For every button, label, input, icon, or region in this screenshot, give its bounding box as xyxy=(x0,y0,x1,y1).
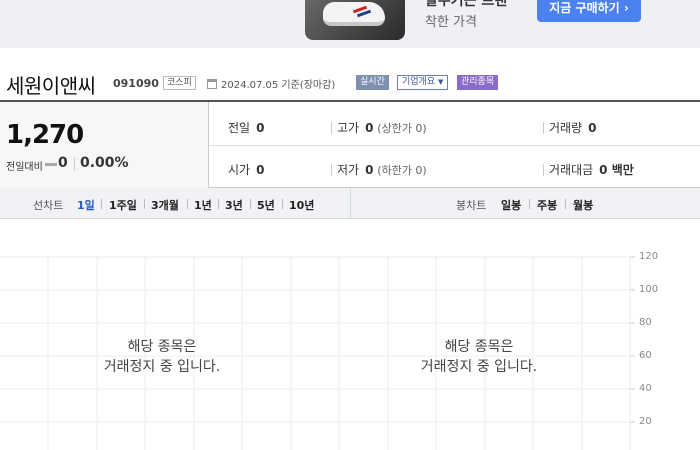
tab-1y[interactable]: 1년 xyxy=(194,197,212,213)
change-percent: 0.00% xyxy=(80,155,129,171)
tab-separator xyxy=(250,199,251,209)
ad-banner[interactable]: 탈수기는 브랜 착한 가격 지금 구매하기 › xyxy=(0,0,700,48)
prev-close-value: 0 xyxy=(256,121,265,135)
chart-grid xyxy=(0,256,635,450)
tab-3y[interactable]: 3년 xyxy=(225,197,243,213)
volume-cell: 거래량 0 xyxy=(549,119,596,136)
change-value: 0 xyxy=(58,155,68,171)
tab-5y[interactable]: 5년 xyxy=(257,197,275,213)
high-value: 0 xyxy=(365,121,374,135)
cell-separator xyxy=(331,122,332,134)
chevron-down-icon: ▼ xyxy=(438,78,444,86)
ad-headline: 탈수기는 브랜 xyxy=(425,0,508,9)
tab-group-divider xyxy=(350,188,351,219)
open-cell: 시가 0 xyxy=(228,161,264,178)
halt-line-1: 해당 종목은 xyxy=(444,339,514,355)
prev-close-cell: 전일 0 xyxy=(228,119,264,136)
high-cell: 고가 0 (상한가 0) xyxy=(337,119,427,136)
prev-close-label: 전일 xyxy=(228,121,251,135)
ad-buy-button[interactable]: 지금 구매하기 › xyxy=(537,0,641,22)
upper-limit: (상한가 0) xyxy=(377,122,427,135)
quote-date: 2024.07.05 기준(장마감) xyxy=(221,80,336,91)
open-label: 시가 xyxy=(228,163,251,177)
tab-3m[interactable]: 3개월 xyxy=(151,197,179,213)
high-label: 고가 xyxy=(337,121,360,135)
current-price-box: 1,270 전일대비 0 0.00% xyxy=(0,102,209,188)
company-info-dropdown[interactable]: 기업개요 ▼ xyxy=(397,75,449,90)
tab-separator xyxy=(529,199,530,209)
stock-code: 091090 xyxy=(113,77,159,90)
management-stock-tag[interactable]: 관리종목 xyxy=(457,75,499,90)
price-summary: 1,270 전일대비 0 0.00% 전일 0 고가 0 (상한가 0) 거래량 0 … xyxy=(0,100,700,188)
tab-separator xyxy=(282,199,283,209)
tab-monthly-candle[interactable]: 월봉 xyxy=(573,197,593,213)
tab-10y[interactable]: 10년 xyxy=(289,197,314,213)
low-label: 저가 xyxy=(337,163,360,177)
tab-daily-candle[interactable]: 일봉 xyxy=(501,197,521,213)
cell-separator xyxy=(331,164,332,176)
trade-amount-cell: 거래대금 0 백만 xyxy=(549,161,634,178)
halt-line-2: 거래정지 중 입니다. xyxy=(420,359,538,375)
tab-separator xyxy=(565,199,566,209)
y-axis-label: 80 xyxy=(639,317,652,328)
tab-separator xyxy=(101,199,102,209)
line-chart-label: 선차트 xyxy=(33,199,64,212)
low-value: 0 xyxy=(365,163,374,177)
volume-value: 0 xyxy=(588,121,597,135)
ad-subtext: 착한 가격 xyxy=(425,15,477,30)
halt-line-1: 해당 종목은 xyxy=(127,339,197,355)
market-badge: 코스피 xyxy=(163,76,196,90)
tab-separator xyxy=(144,199,145,209)
tab-separator xyxy=(218,199,219,209)
change-separator xyxy=(74,157,75,171)
y-axis-label: 20 xyxy=(639,416,652,427)
no-change-icon xyxy=(45,163,57,166)
shoe-icon xyxy=(323,2,385,26)
line-chart-halt-message: 해당 종목은 거래정지 중 입니다. xyxy=(62,337,262,377)
cell-separator xyxy=(543,122,544,134)
y-axis-label: 100 xyxy=(639,284,659,295)
calendar-icon xyxy=(207,79,217,89)
y-axis-label: 60 xyxy=(639,350,652,361)
tab-separator xyxy=(187,199,188,209)
low-cell: 저가 0 (하한가 0) xyxy=(337,161,427,178)
company-name: 세원이앤씨 xyxy=(6,74,96,98)
y-axis-label: 120 xyxy=(639,251,659,262)
tab-weekly-candle[interactable]: 주봉 xyxy=(537,197,557,213)
change-label: 전일대비 xyxy=(6,162,43,173)
cell-separator xyxy=(543,164,544,176)
open-value: 0 xyxy=(256,163,265,177)
volume-label: 거래량 xyxy=(549,121,583,135)
summary-row-divider xyxy=(210,145,700,146)
tab-1d[interactable]: 1일 xyxy=(77,197,95,213)
candle-chart-halt-message: 해당 종목은 거래정지 중 입니다. xyxy=(379,337,579,377)
trade-amount-value: 0 백만 xyxy=(599,163,634,177)
realtime-tag[interactable]: 실시간 xyxy=(356,75,389,90)
chart-area: 해당 종목은 거래정지 중 입니다. 해당 종목은 거래정지 중 입니다. 12… xyxy=(0,220,700,450)
chart-period-tabs: 선차트 1일 1주일 3개월 1년 3년 5년 10년 봉차트 일봉 주봉 월봉 xyxy=(0,188,700,219)
candle-chart-label: 봉차트 xyxy=(456,199,487,212)
halt-line-2: 거래정지 중 입니다. xyxy=(103,359,221,375)
y-axis-label: 40 xyxy=(639,383,652,394)
tab-1w[interactable]: 1주일 xyxy=(109,197,137,213)
company-info-label: 기업개요 xyxy=(402,77,436,87)
stock-title-row: 세원이앤씨 091090 코스피 2024.07.05 기준(장마감) 실시간 … xyxy=(0,64,700,100)
trade-amount-label: 거래대금 xyxy=(549,163,594,177)
current-price: 1,270 xyxy=(6,120,84,150)
lower-limit: (하한가 0) xyxy=(377,164,427,177)
ad-product-image[interactable] xyxy=(305,0,405,40)
